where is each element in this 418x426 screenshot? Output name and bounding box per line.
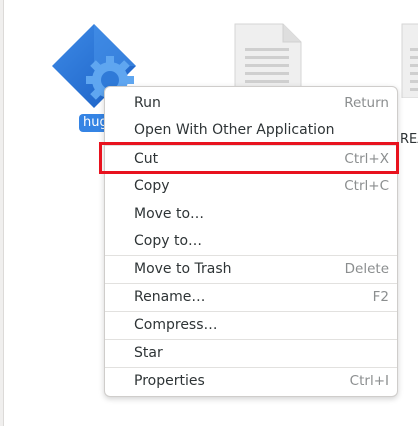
menu-item-label: Properties <box>134 372 205 389</box>
menu-item-label: Compress… <box>134 316 218 333</box>
menu-item-label: Star <box>134 344 163 361</box>
menu-item-move-to-trash[interactable]: Move to Trash Delete <box>105 255 397 282</box>
menu-item-label: Copy to… <box>134 232 203 249</box>
menu-item-accelerator: Delete <box>344 260 389 277</box>
menu-item-label: Run <box>134 94 161 111</box>
menu-item-move-to[interactable]: Move to… <box>105 200 397 227</box>
menu-item-label: Cut <box>134 150 159 167</box>
menu-item-copy-to[interactable]: Copy to… <box>105 227 397 254</box>
window-left-edge <box>0 0 4 426</box>
text-document-icon <box>401 23 418 98</box>
menu-item-accelerator: Ctrl+C <box>344 177 389 194</box>
menu-item-accelerator: Ctrl+I <box>349 372 389 389</box>
menu-item-label: Rename… <box>134 288 206 305</box>
menu-item-label: Move to Trash <box>134 260 232 277</box>
menu-item-accelerator: Return <box>344 94 389 111</box>
context-menu: Run Return Open With Other Application C… <box>104 86 398 397</box>
menu-item-open-with[interactable]: Open With Other Application <box>105 116 397 143</box>
menu-item-copy[interactable]: Copy Ctrl+C <box>105 172 397 199</box>
menu-item-properties[interactable]: Properties Ctrl+I <box>105 367 397 394</box>
file-item-readme[interactable]: REA <box>400 18 418 147</box>
menu-item-cut[interactable]: Cut Ctrl+X <box>105 145 397 172</box>
menu-item-rename[interactable]: Rename… F2 <box>105 283 397 310</box>
menu-item-run[interactable]: Run Return <box>105 89 397 116</box>
menu-item-star[interactable]: Star <box>105 339 397 366</box>
menu-item-label: Move to… <box>134 205 205 222</box>
file-name-label: REA <box>400 132 418 147</box>
menu-item-label: Open With Other Application <box>134 121 335 138</box>
menu-item-compress[interactable]: Compress… <box>105 311 397 338</box>
menu-item-accelerator: Ctrl+X <box>344 150 389 167</box>
menu-item-label: Copy <box>134 177 170 194</box>
menu-item-accelerator: F2 <box>372 288 389 305</box>
